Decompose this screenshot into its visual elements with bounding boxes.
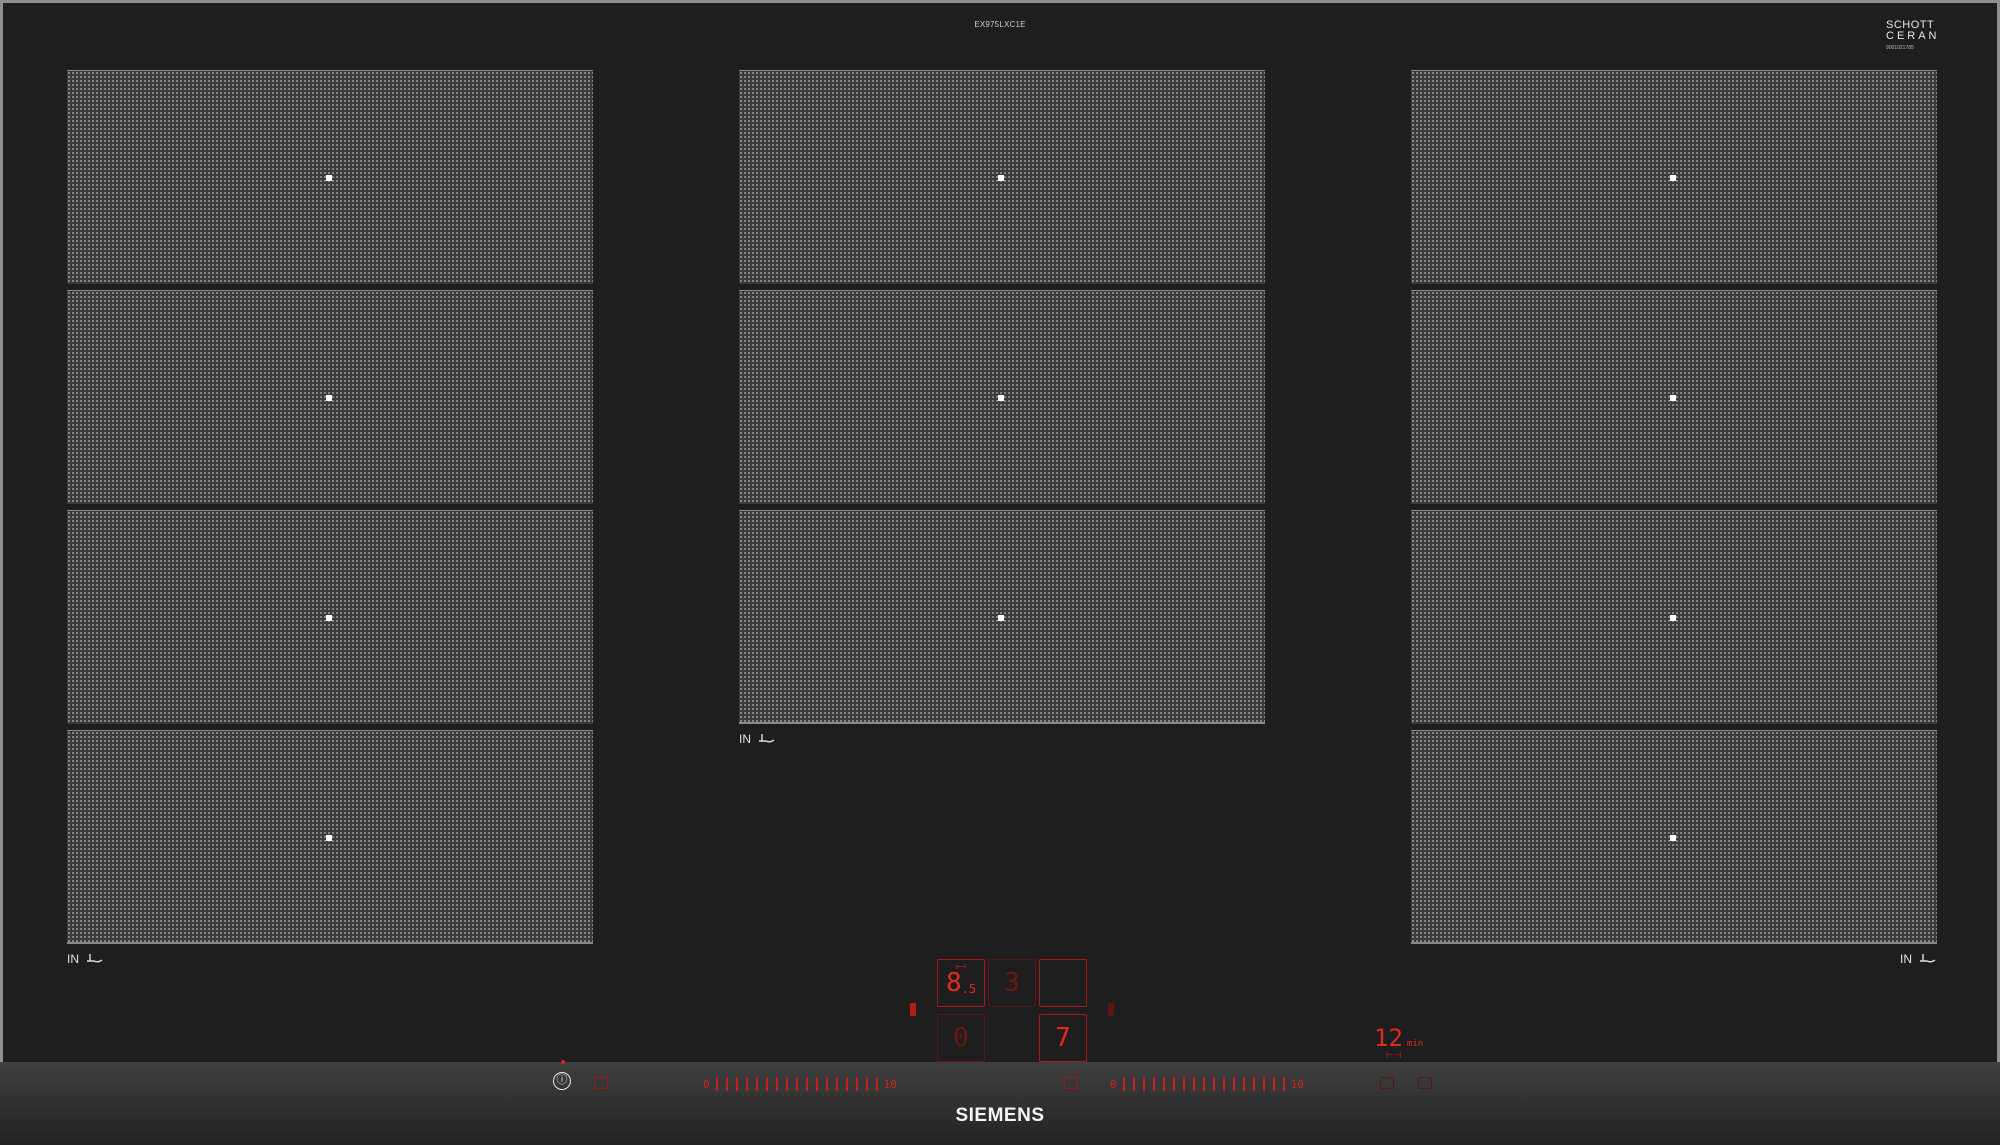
power-slider-left[interactable]: 0 10 [703, 1075, 897, 1093]
zone-center-dot [998, 395, 1004, 401]
zone-left-2[interactable] [67, 290, 593, 504]
pan-hand-icon [1920, 954, 1936, 963]
display-value: 8 [945, 968, 962, 998]
model-number: EX975LXC1E [974, 20, 1026, 29]
display-value: 3 [1004, 968, 1020, 998]
display-decimal: .5 [961, 982, 977, 996]
zone-center-3[interactable] [739, 510, 1265, 724]
display-top-left[interactable]: ⊢⊣ 8.5 [937, 959, 985, 1007]
zone-select-button-left[interactable] [594, 1077, 608, 1089]
induction-label-center: IN [739, 732, 775, 746]
zone-select-button-middle[interactable] [1064, 1077, 1078, 1089]
pan-hand-icon [87, 954, 103, 963]
zone-center-2[interactable] [739, 290, 1265, 504]
zone-right-1[interactable] [1411, 70, 1937, 284]
zone-center-dot [326, 395, 332, 401]
timer-value: 12 [1374, 1024, 1403, 1052]
slider-min: 0 [703, 1077, 710, 1091]
zone-center-dot [326, 615, 332, 621]
zone-center-dot [1670, 835, 1676, 841]
zone-center-dot [1670, 175, 1676, 181]
slider-max: 10 [1290, 1077, 1304, 1091]
zone-center-dot [1670, 395, 1676, 401]
brand-serial: 9001021785 [1886, 45, 1914, 51]
zone-center-dot [326, 835, 332, 841]
zone-center-dot [1670, 615, 1676, 621]
zone-left-3[interactable] [67, 510, 593, 724]
induction-label-right: IN [1900, 952, 1936, 966]
zone-left-4[interactable] [67, 730, 593, 944]
display-bottom-right[interactable]: 7 [1039, 1014, 1087, 1062]
zone-center-1[interactable] [739, 70, 1265, 284]
display-top-right[interactable] [1039, 959, 1087, 1007]
zone-indicator-right [1108, 1003, 1114, 1016]
power-indicator-led [561, 1060, 565, 1064]
display-top-middle[interactable]: 3 [988, 959, 1036, 1007]
zone-center-dot [326, 175, 332, 181]
slider-max: 10 [883, 1077, 897, 1091]
info-icon: ⓘ [556, 1074, 568, 1086]
timer-display[interactable]: 12 min [1374, 1024, 1423, 1052]
zone-center-dot [998, 175, 1004, 181]
slider-track[interactable] [715, 1077, 878, 1091]
in-text: IN [67, 952, 79, 966]
slider-min: 0 [1110, 1077, 1117, 1091]
siemens-logo: SIEMENS [955, 1105, 1045, 1126]
control-panel [0, 1062, 2000, 1145]
power-button[interactable]: ⓘ [553, 1072, 571, 1090]
zone-left-1[interactable] [67, 70, 593, 284]
schott-ceran-logo: SCHOTT CERAN 9001021785 [1886, 20, 1956, 52]
timer-unit: min [1406, 1039, 1424, 1049]
timer-icon: ⊢⊣ [1386, 1050, 1402, 1060]
zone-indicator-left [910, 1003, 916, 1016]
timer-button-minus[interactable] [1380, 1077, 1394, 1089]
induction-label-left: IN [67, 952, 103, 966]
in-text: IN [1900, 952, 1912, 966]
slider-track[interactable] [1122, 1077, 1285, 1091]
pan-hand-icon [759, 734, 775, 743]
in-text: IN [739, 732, 751, 746]
power-slider-right[interactable]: 0 10 [1110, 1075, 1304, 1093]
brand-line-2: CERAN [1886, 30, 1940, 42]
display-value: 0 [953, 1023, 969, 1053]
induction-hob: EX975LXC1E SCHOTT CERAN 9001021785 IN IN… [0, 0, 2000, 1145]
timer-icon: ⊢⊣ [956, 962, 966, 971]
timer-button-plus[interactable] [1418, 1077, 1432, 1089]
display-value: 7 [1055, 1023, 1071, 1053]
display-bottom-left[interactable]: 0 [937, 1014, 985, 1062]
zone-right-4[interactable] [1411, 730, 1937, 944]
zone-right-3[interactable] [1411, 510, 1937, 724]
zone-right-2[interactable] [1411, 290, 1937, 504]
zone-center-dot [998, 615, 1004, 621]
